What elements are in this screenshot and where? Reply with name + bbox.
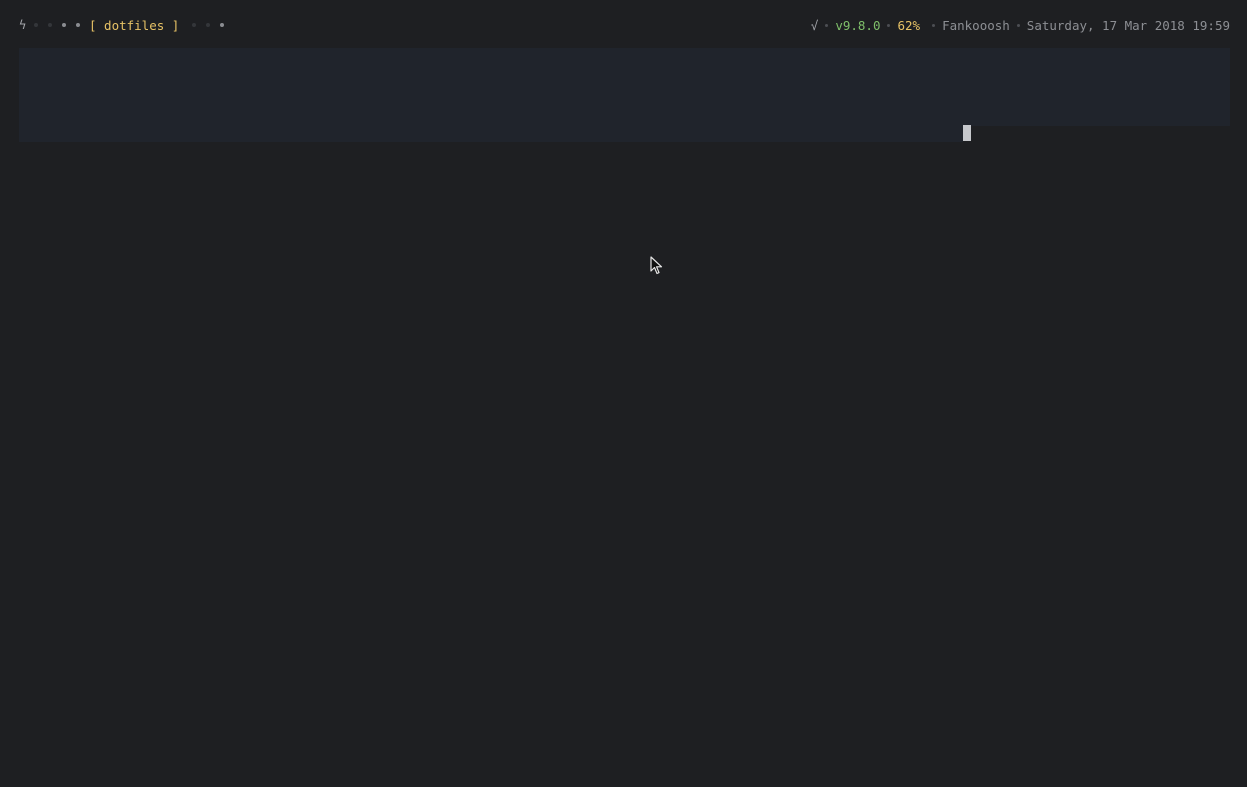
separator-dot bbox=[887, 23, 891, 27]
status-bar: ϟ [ dotfiles ] √ v9.8.0 62% Fankooosh Sa… bbox=[0, 0, 1247, 48]
workspace-dot[interactable] bbox=[206, 23, 211, 27]
separator-dot bbox=[1016, 23, 1020, 27]
status-bar-right: √ v9.8.0 62% Fankooosh Saturday, 17 Mar … bbox=[811, 17, 1230, 33]
status-bar-left: ϟ [ dotfiles ] bbox=[19, 17, 229, 33]
check-mark: √ bbox=[810, 17, 819, 33]
battery-level: 62% bbox=[897, 17, 921, 33]
workspace-label[interactable]: [ dotfiles ] bbox=[89, 18, 179, 33]
workspace-dot[interactable] bbox=[62, 23, 66, 27]
text-cursor bbox=[963, 125, 971, 141]
terminal-output-banner bbox=[19, 48, 1230, 126]
datetime-label: Saturday, 17 Mar 2018 19:59 bbox=[1026, 17, 1230, 33]
version-label: v9.8.0 bbox=[835, 17, 881, 33]
separator-dot bbox=[825, 23, 829, 27]
workspace-dot[interactable] bbox=[192, 23, 197, 27]
username-label: Fankooosh bbox=[942, 17, 1010, 33]
bolt-icon[interactable]: ϟ bbox=[19, 18, 29, 32]
workspace-dot[interactable] bbox=[34, 23, 38, 27]
workspace-dot[interactable] bbox=[220, 23, 225, 27]
workspace-dot[interactable] bbox=[76, 23, 80, 27]
terminal-output-banner bbox=[19, 126, 963, 142]
separator-dot bbox=[932, 23, 936, 27]
workspace-dot[interactable] bbox=[48, 23, 52, 27]
mouse-pointer-icon bbox=[650, 256, 663, 275]
